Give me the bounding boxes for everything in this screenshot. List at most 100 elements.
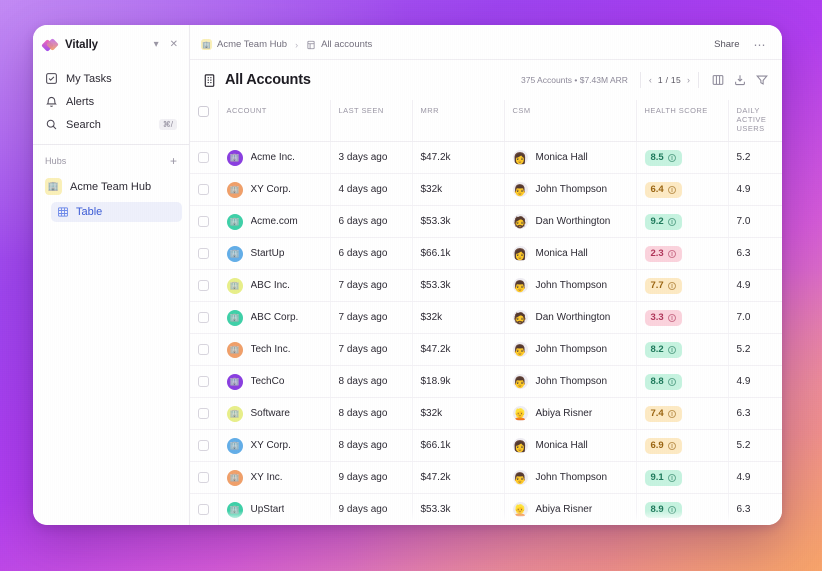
search-icon xyxy=(45,118,58,131)
cell-csm: 👨John Thompson xyxy=(504,174,636,206)
cell-health-score: 3.3 xyxy=(636,302,728,334)
cell-csm: 👨John Thompson xyxy=(504,270,636,302)
cell-health-score: 8.9 xyxy=(636,494,728,526)
account-name: Tech Inc. xyxy=(251,344,291,355)
cell-csm: 🧔Dan Worthington xyxy=(504,302,636,334)
filter-icon[interactable] xyxy=(755,73,769,87)
cell-daily-active-users: 5.2 xyxy=(728,334,782,366)
accounts-table-container[interactable]: ACCOUNT LAST SEEN MRR CSM HEALTH SCORE D… xyxy=(190,100,782,525)
export-download-icon[interactable] xyxy=(733,73,747,87)
health-score-badge[interactable]: 3.3 xyxy=(645,310,682,326)
account-avatar: 🏢 xyxy=(227,214,243,230)
chevron-right-icon[interactable]: › xyxy=(687,75,690,85)
table-row[interactable]: 🏢Software8 days ago$32k👱Abiya Risner7.46… xyxy=(190,398,782,430)
sidebar-item-search[interactable]: Search ⌘/ xyxy=(40,113,182,136)
table-row[interactable]: 🏢Acme.com6 days ago$53.3k🧔Dan Worthingto… xyxy=(190,206,782,238)
close-icon[interactable]: ✕ xyxy=(168,38,180,52)
health-score-badge[interactable]: 9.1 xyxy=(645,470,682,486)
breadcrumb-item-hub[interactable]: 🏢 Acme Team Hub xyxy=(201,39,287,50)
cell-csm: 👨John Thompson xyxy=(504,366,636,398)
csm-avatar: 👨 xyxy=(513,470,528,485)
table-row[interactable]: 🏢Acme Inc.3 days ago$47.2k👩Monica Hall8.… xyxy=(190,142,782,174)
row-checkbox[interactable] xyxy=(198,344,209,355)
column-header-account[interactable]: ACCOUNT xyxy=(218,100,330,142)
ellipsis-icon[interactable]: ⋯ xyxy=(751,38,770,52)
cell-csm: 👨John Thompson xyxy=(504,334,636,366)
row-select-cell xyxy=(190,238,218,270)
row-checkbox[interactable] xyxy=(198,472,209,483)
share-button[interactable]: Share xyxy=(709,36,744,53)
row-checkbox[interactable] xyxy=(198,216,209,227)
row-select-cell xyxy=(190,366,218,398)
select-all-checkbox[interactable] xyxy=(198,106,209,117)
health-score-badge[interactable]: 8.2 xyxy=(645,342,682,358)
health-score-badge[interactable]: 7.4 xyxy=(645,406,682,422)
cell-health-score: 7.7 xyxy=(636,270,728,302)
table-row[interactable]: 🏢XY Inc.9 days ago$47.2k👨John Thompson9.… xyxy=(190,462,782,494)
account-name: StartUp xyxy=(251,248,285,259)
cell-account: 🏢XY Corp. xyxy=(218,430,330,462)
sidebar-item-acme-team-hub[interactable]: 🏢 Acme Team Hub xyxy=(40,175,182,198)
health-score-badge[interactable]: 2.3 xyxy=(645,246,682,262)
cell-last-seen: 6 days ago xyxy=(330,238,412,270)
cell-mrr: $47.2k xyxy=(412,334,504,366)
row-checkbox[interactable] xyxy=(198,280,209,291)
csm-avatar: 👱 xyxy=(513,406,528,421)
row-checkbox[interactable] xyxy=(198,184,209,195)
chevron-left-icon[interactable]: ‹ xyxy=(649,75,652,85)
csm-name: John Thompson xyxy=(536,280,608,291)
table-row[interactable]: 🏢Tech Inc.7 days ago$47.2k👨John Thompson… xyxy=(190,334,782,366)
page-indicator: 1 / 15 xyxy=(658,75,681,85)
table-row[interactable]: 🏢TechCo8 days ago$18.9k👨John Thompson8.8… xyxy=(190,366,782,398)
account-avatar: 🏢 xyxy=(227,278,243,294)
page-title: All Accounts xyxy=(225,72,311,88)
section-title: Hubs xyxy=(45,156,170,166)
row-select-cell xyxy=(190,398,218,430)
health-score-badge[interactable]: 9.2 xyxy=(645,214,682,230)
sidebar-item-table[interactable]: Table xyxy=(51,202,182,222)
health-score-badge[interactable]: 6.9 xyxy=(645,438,682,454)
row-checkbox[interactable] xyxy=(198,408,209,419)
row-checkbox[interactable] xyxy=(198,312,209,323)
column-header-daily-active-users[interactable]: DAILY ACTIVE USERS xyxy=(728,100,782,142)
column-header-mrr[interactable]: MRR xyxy=(412,100,504,142)
row-checkbox[interactable] xyxy=(198,504,209,515)
csm-name: Monica Hall xyxy=(536,248,588,259)
table-row[interactable]: 🏢XY Corp.4 days ago$32k👨John Thompson6.4… xyxy=(190,174,782,206)
account-avatar: 🏢 xyxy=(227,342,243,358)
health-score-badge[interactable]: 8.8 xyxy=(645,374,682,390)
column-header-last-seen[interactable]: LAST SEEN xyxy=(330,100,412,142)
table-row[interactable]: 🏢XY Corp.8 days ago$66.1k👩Monica Hall6.9… xyxy=(190,430,782,462)
health-score-badge[interactable]: 6.4 xyxy=(645,182,682,198)
row-checkbox[interactable] xyxy=(198,248,209,259)
table-row[interactable]: 🏢ABC Inc.7 days ago$53.3k👨John Thompson7… xyxy=(190,270,782,302)
cell-health-score: 8.5 xyxy=(636,142,728,174)
plus-icon[interactable]: + xyxy=(170,155,177,167)
sidebar-item-label: Alerts xyxy=(66,96,177,108)
cell-daily-active-users: 6.3 xyxy=(728,494,782,526)
search-shortcut-badge: ⌘/ xyxy=(159,119,177,130)
column-header-health-score[interactable]: HEALTH SCORE xyxy=(636,100,728,142)
table-row[interactable]: 🏢StartUp6 days ago$66.1k👩Monica Hall2.36… xyxy=(190,238,782,270)
cell-account: 🏢ABC Corp. xyxy=(218,302,330,334)
health-score-badge[interactable]: 8.9 xyxy=(645,502,682,518)
health-score-badge[interactable]: 8.5 xyxy=(645,150,682,166)
row-select-cell xyxy=(190,302,218,334)
breadcrumb-item-all-accounts[interactable]: All accounts xyxy=(306,39,372,50)
column-header-csm[interactable]: CSM xyxy=(504,100,636,142)
row-select-cell xyxy=(190,174,218,206)
row-checkbox[interactable] xyxy=(198,440,209,451)
chevron-down-icon[interactable]: ▾ xyxy=(152,38,161,52)
health-score-badge[interactable]: 7.7 xyxy=(645,278,682,294)
sidebar-item-alerts[interactable]: Alerts xyxy=(40,90,182,113)
account-avatar: 🏢 xyxy=(227,246,243,262)
row-checkbox[interactable] xyxy=(198,376,209,387)
columns-icon[interactable] xyxy=(711,73,725,87)
row-checkbox[interactable] xyxy=(198,152,209,163)
table-row[interactable]: 🏢UpStart9 days ago$53.3k👱Abiya Risner8.9… xyxy=(190,494,782,526)
table-row[interactable]: 🏢ABC Corp.7 days ago$32k🧔Dan Worthington… xyxy=(190,302,782,334)
cell-csm: 👩Monica Hall xyxy=(504,238,636,270)
vitally-logo-icon xyxy=(43,38,58,53)
table-body: 🏢Acme Inc.3 days ago$47.2k👩Monica Hall8.… xyxy=(190,142,782,526)
sidebar-item-my-tasks[interactable]: My Tasks xyxy=(40,67,182,90)
